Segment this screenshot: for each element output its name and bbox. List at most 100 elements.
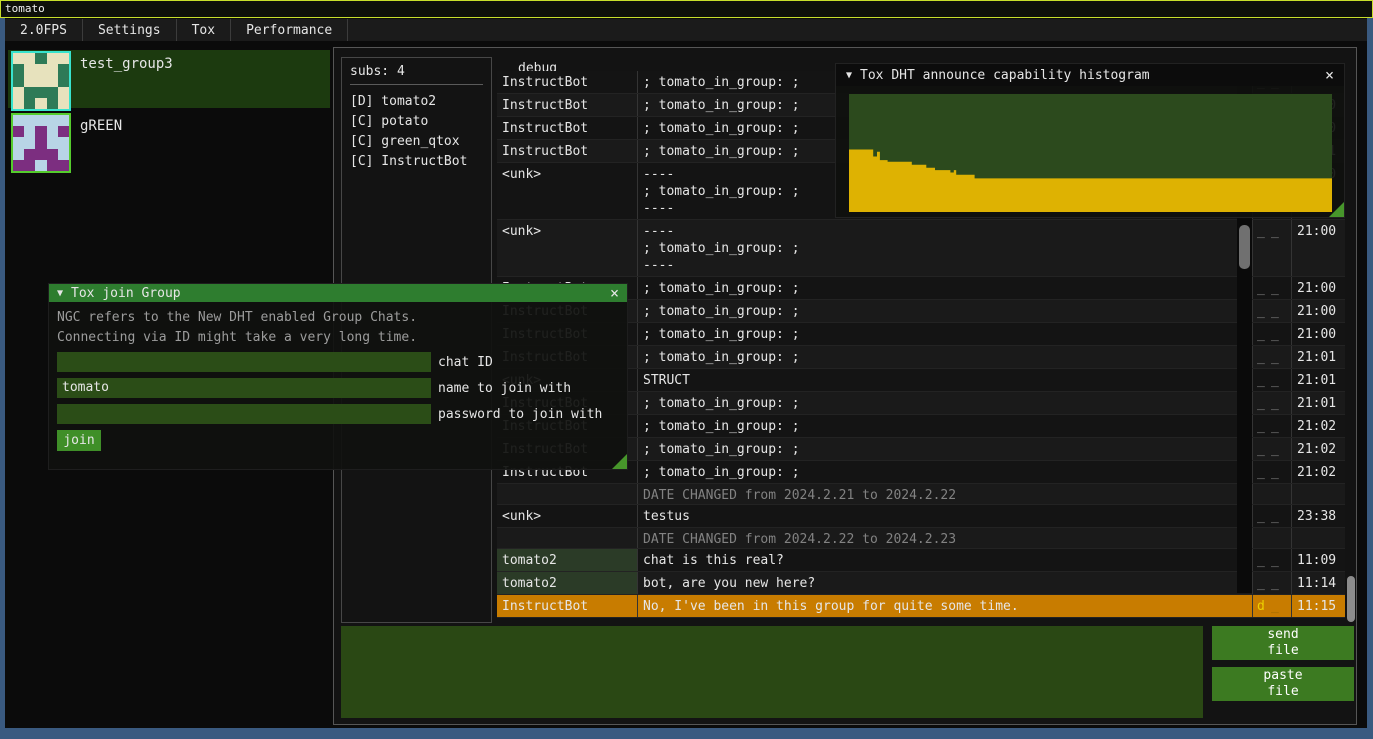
message-flags: d_ — [1252, 595, 1291, 617]
member-list: [D] tomato2[C] potato[C] green_qtox[C] I… — [350, 92, 483, 172]
messages-scrollbar-thumb[interactable] — [1239, 225, 1250, 269]
message-time — [1291, 484, 1345, 504]
field-label: name to join with — [438, 381, 571, 396]
message-text: ; tomato_in_group: ; — [638, 323, 1237, 345]
message-row[interactable]: tomato2bot, are you new here?__11:14 — [497, 572, 1345, 595]
date-changed-text: DATE CHANGED from 2024.2.21 to 2024.2.22 — [638, 484, 1237, 504]
contact-row-test-group3[interactable]: test_group3 — [8, 50, 330, 108]
date-separator-row[interactable]: DATE CHANGED from 2024.2.22 to 2024.2.23 — [497, 528, 1345, 549]
message-sender: InstructBot — [497, 140, 638, 162]
window-titlebar[interactable]: tomato — [0, 0, 1373, 18]
dialog-field-row: tomato name to join with — [57, 378, 602, 398]
close-icon[interactable]: × — [1325, 68, 1334, 83]
message-text: chat is this real? — [638, 549, 1237, 571]
message-sender: InstructBot — [497, 71, 638, 93]
message-flags: __ — [1252, 461, 1291, 483]
send-file-button[interactable]: send file — [1212, 626, 1354, 660]
message-row[interactable]: InstructBotNo, I've been in this group f… — [497, 595, 1345, 618]
message-input[interactable] — [341, 626, 1203, 718]
message-flags: __ — [1252, 505, 1291, 527]
message-flags: __ — [1252, 438, 1291, 460]
join-dialog-titlebar[interactable]: ▼ Tox join Group × — [49, 284, 627, 302]
message-flags: __ — [1252, 220, 1291, 276]
histogram-window: ▼ Tox DHT announce capability histogram … — [835, 63, 1345, 218]
window-title: tomato — [5, 2, 45, 15]
menu-item-2-0fps[interactable]: 2.0FPS — [5, 19, 83, 41]
message-time: 11:15 — [1291, 595, 1345, 617]
name-to-join-with-input[interactable]: tomato — [57, 378, 431, 398]
message-sender: InstructBot — [497, 94, 638, 116]
dialog-field-row: chat ID — [57, 352, 602, 372]
message-flags: __ — [1252, 415, 1291, 437]
date-separator-row[interactable]: DATE CHANGED from 2024.2.21 to 2024.2.22 — [497, 484, 1345, 505]
subs-count-label: subs: 4 — [350, 64, 483, 79]
join-button[interactable]: join — [57, 430, 101, 451]
message-sender: InstructBot — [497, 117, 638, 139]
histogram-plot — [849, 94, 1332, 212]
message-text: ; tomato_in_group: ; — [638, 346, 1237, 368]
collapse-icon[interactable]: ▼ — [57, 288, 63, 299]
window-frame-right — [1367, 18, 1373, 739]
message-text: ; tomato_in_group: ; — [638, 392, 1237, 414]
paste-file-button[interactable]: paste file — [1212, 667, 1354, 701]
message-text: ; tomato_in_group: ; — [638, 438, 1237, 460]
resize-grip[interactable] — [1329, 202, 1344, 217]
message-text: No, I've been in this group for quite so… — [638, 595, 1237, 617]
dialog-description-line: Connecting via ID might take a very long… — [57, 328, 417, 348]
message-flags — [1252, 528, 1291, 548]
message-time: 21:01 — [1291, 392, 1345, 414]
date-changed-text: DATE CHANGED from 2024.2.22 to 2024.2.23 — [638, 528, 1237, 548]
message-time: 21:00 — [1291, 220, 1345, 276]
message-row[interactable]: <unk>testus__23:38 — [497, 505, 1345, 528]
message-sender: InstructBot — [497, 595, 638, 617]
join-group-dialog: ▼ Tox join Group × NGC refers to the New… — [48, 283, 628, 470]
close-icon[interactable]: × — [610, 286, 619, 301]
message-flags: __ — [1252, 323, 1291, 345]
histogram-titlebar[interactable]: ▼ Tox DHT announce capability histogram … — [836, 64, 1344, 86]
window-frame-bottom — [0, 728, 1373, 739]
window-frame-left — [0, 18, 5, 739]
message-time: 21:01 — [1291, 369, 1345, 391]
password-to-join-with-input[interactable] — [57, 404, 431, 424]
histogram-title: Tox DHT announce capability histogram — [860, 68, 1150, 83]
group-avatar — [11, 51, 71, 111]
resize-grip[interactable] — [612, 454, 627, 469]
message-sender: <unk> — [497, 163, 638, 219]
chat-id-input[interactable] — [57, 352, 431, 372]
message-time: 21:02 — [1291, 438, 1345, 460]
group-avatar — [11, 113, 71, 173]
message-flags: __ — [1252, 277, 1291, 299]
message-sender — [497, 528, 638, 548]
message-flags — [1252, 484, 1291, 504]
message-text: ; tomato_in_group: ; — [638, 277, 1237, 299]
message-time: 11:14 — [1291, 572, 1345, 594]
menu-item-performance[interactable]: Performance — [231, 19, 348, 41]
message-text: testus — [638, 505, 1237, 527]
message-time: 21:01 — [1291, 346, 1345, 368]
message-text: ; tomato_in_group: ; — [638, 461, 1237, 483]
contact-name: gREEN — [80, 118, 122, 134]
message-text: ; tomato_in_group: ; — [638, 300, 1237, 322]
message-flags: __ — [1252, 549, 1291, 571]
menu-item-tox[interactable]: Tox — [177, 19, 231, 41]
message-time: 11:09 — [1291, 549, 1345, 571]
collapse-icon[interactable]: ▼ — [846, 70, 852, 81]
chat-window-scrollbar-thumb[interactable] — [1347, 576, 1355, 622]
member-item-green_qtox[interactable]: [C] green_qtox — [350, 132, 483, 152]
scroll-gap — [1237, 595, 1252, 617]
field-label: password to join with — [438, 407, 602, 422]
message-flags: __ — [1252, 392, 1291, 414]
message-time: 21:00 — [1291, 300, 1345, 322]
contact-row-green[interactable]: gREEN — [8, 112, 330, 170]
menu-bar: 2.0FPSSettingsToxPerformance — [5, 19, 1367, 41]
member-item-potato[interactable]: [C] potato — [350, 112, 483, 132]
contact-name: test_group3 — [80, 56, 173, 72]
menu-item-settings[interactable]: Settings — [83, 19, 177, 41]
message-row[interactable]: tomato2chat is this real?__11:09 — [497, 549, 1345, 572]
message-flags: __ — [1252, 572, 1291, 594]
message-sender — [497, 484, 638, 504]
join-dialog-description: NGC refers to the New DHT enabled Group … — [57, 308, 417, 348]
member-item-instructbot[interactable]: [C] InstructBot — [350, 152, 483, 172]
member-item-tomato2[interactable]: [D] tomato2 — [350, 92, 483, 112]
message-row[interactable]: <unk>---- ; tomato_in_group: ; ----__21:… — [497, 220, 1345, 277]
